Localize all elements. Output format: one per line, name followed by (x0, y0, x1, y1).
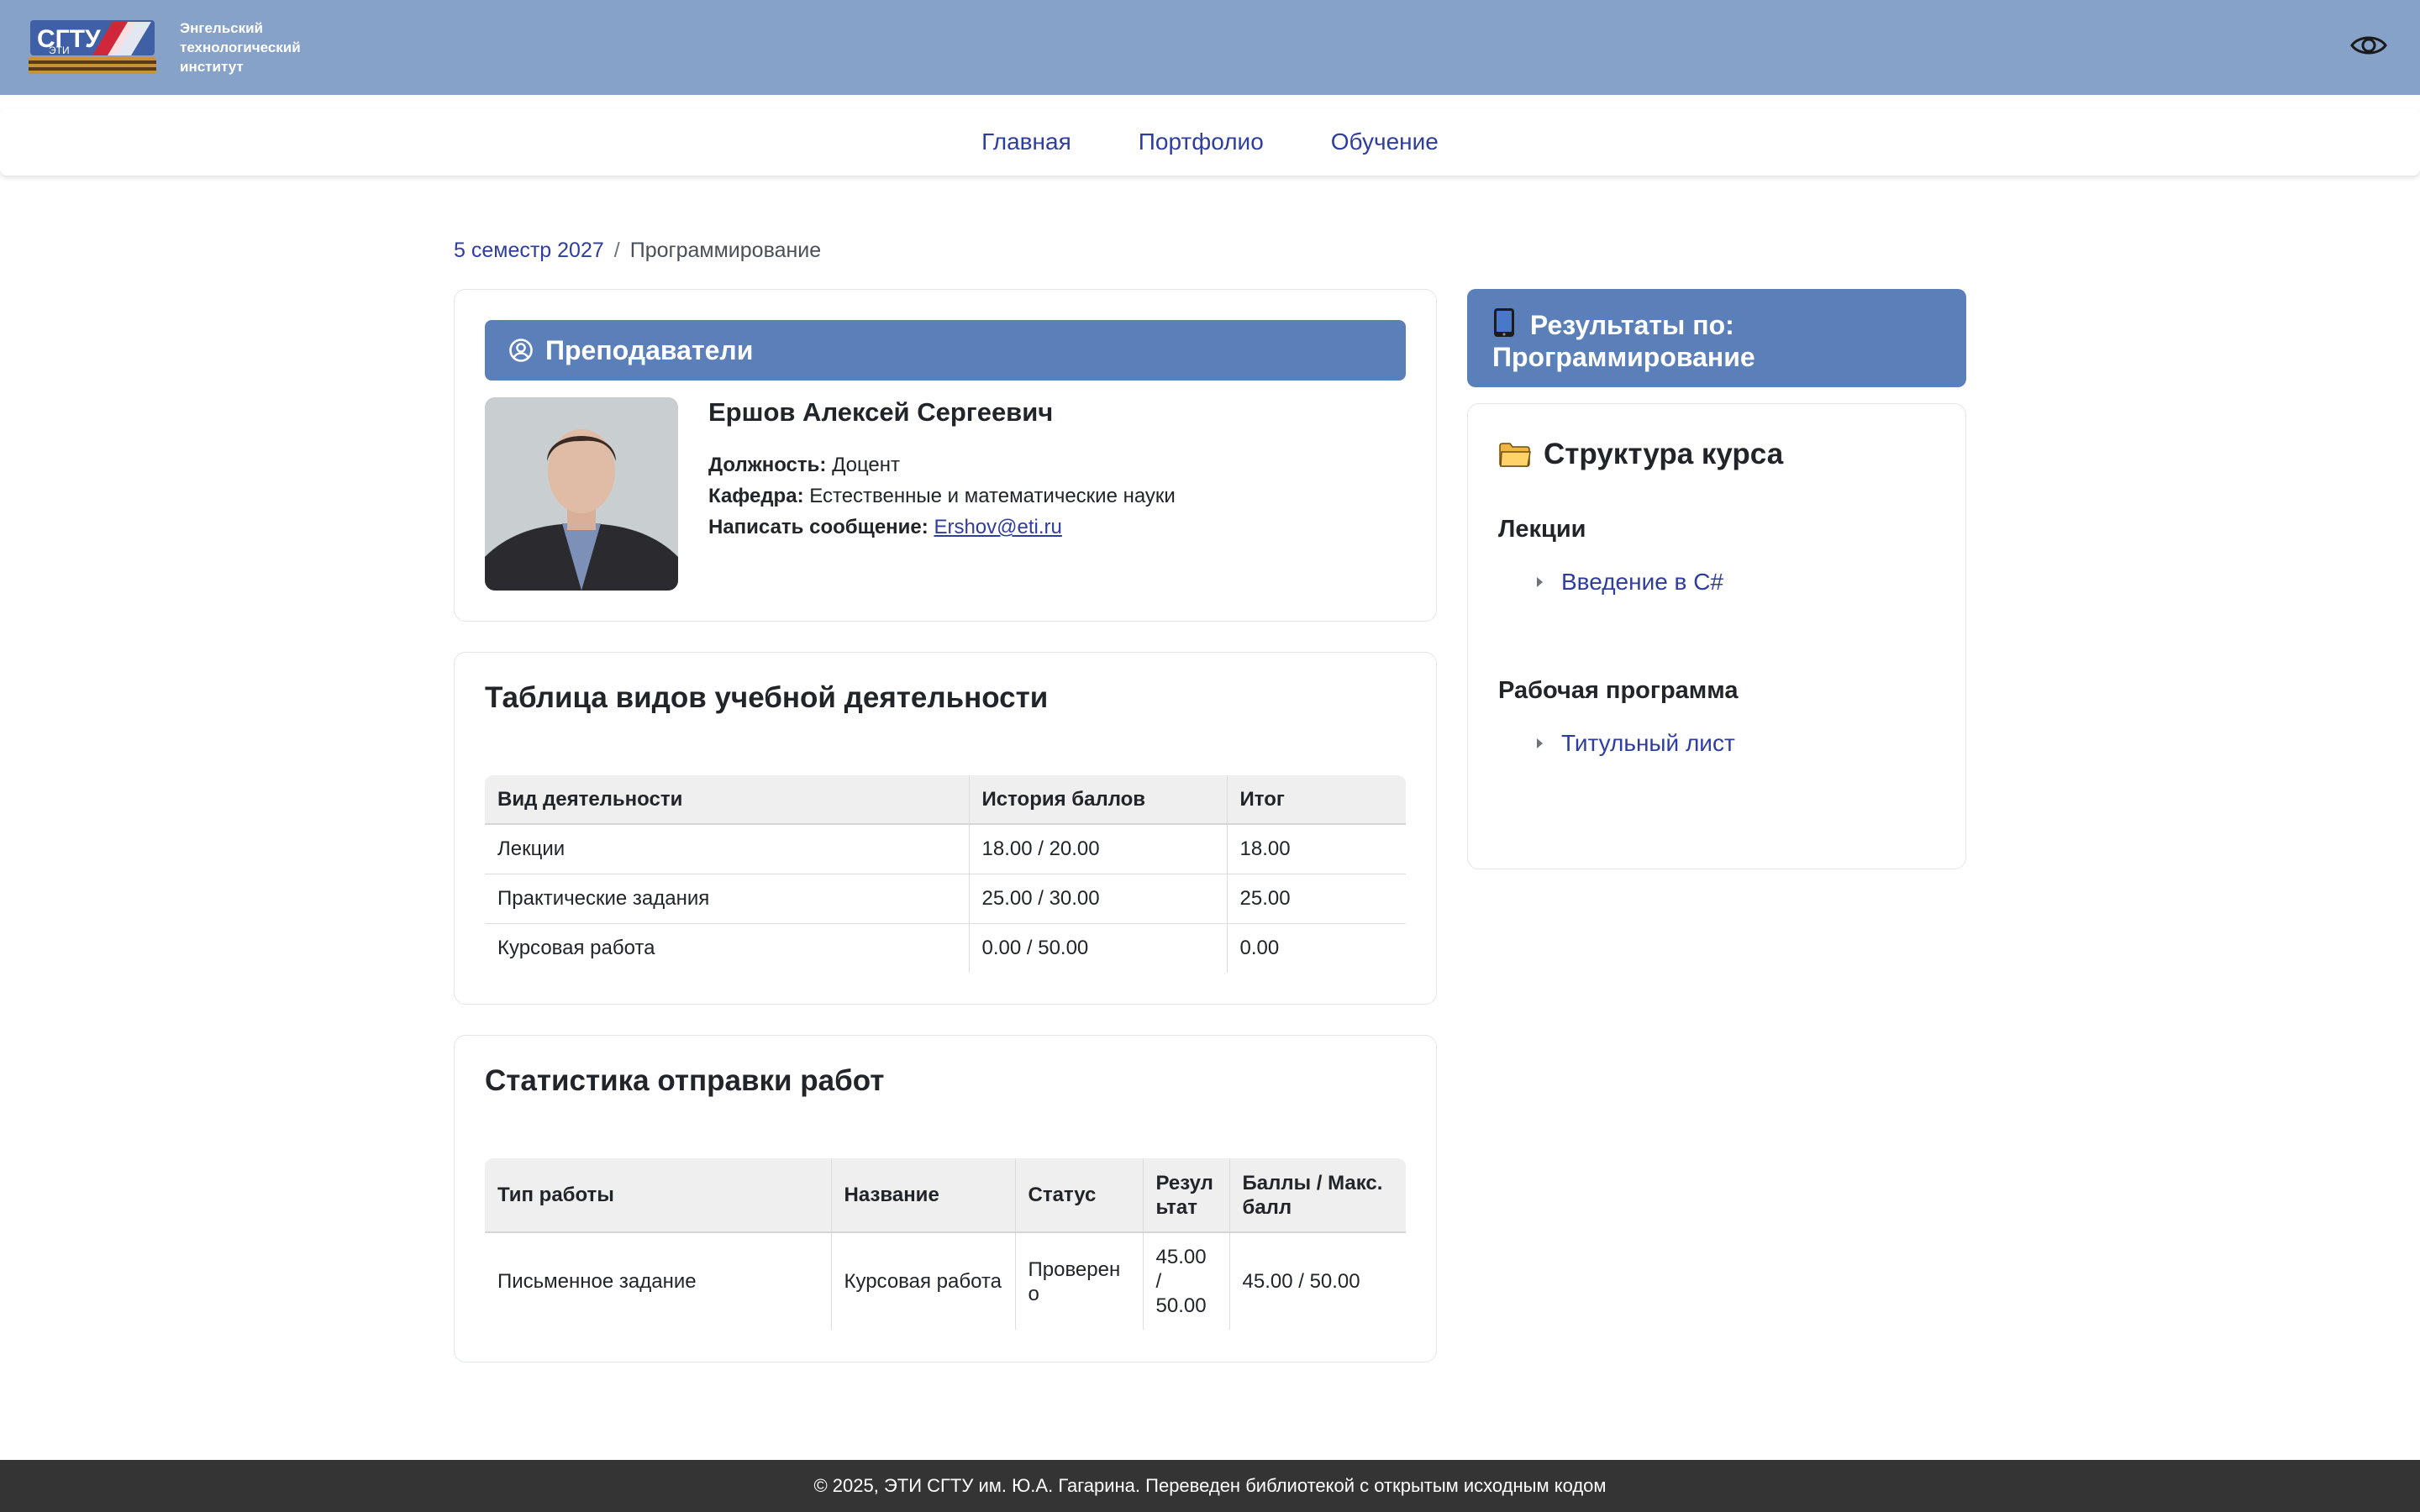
column-header: Баллы / Макс. балл (1229, 1158, 1406, 1233)
column-header: Вид деятельности (485, 775, 970, 825)
table-cell: Проверен о (1015, 1232, 1144, 1330)
table-header-row: Вид деятельности История баллов Итог (485, 775, 1406, 825)
structure-title-row: Структура курса (1498, 438, 1783, 471)
table-cell: Практические задания (485, 874, 970, 924)
nav-item-portfolio[interactable]: Портфолио (1139, 129, 1264, 155)
breadcrumb: 5 семестр 2027 / Программирование (454, 239, 821, 263)
activity-title: Таблица видов учебной деятельности (485, 681, 1049, 714)
results-header: Результаты по: Программирование (1467, 289, 1966, 387)
teacher-position: Должность: Доцент (708, 449, 1397, 480)
teacher-department-value: Естественные и математические науки (809, 485, 1176, 507)
teachers-title: Преподаватели (545, 334, 754, 365)
institute-logo[interactable]: СГТУ ЭТИ (29, 18, 156, 76)
column-header: Итог (1227, 775, 1406, 825)
teacher-message-label: Написать сообщение: (708, 516, 929, 538)
column-header: Название (831, 1158, 1016, 1233)
logo-sub-text: ЭТИ (49, 45, 70, 56)
breadcrumb-separator: / (613, 239, 620, 262)
activity-table-wrap: Вид деятельности История баллов Итог Лек… (485, 775, 1406, 973)
site-footer: © 2025, ЭТИ СГТУ им. Ю.А. Гагарина. Пере… (0, 1460, 2420, 1512)
structure-title: Структура курса (1544, 438, 1784, 470)
teacher-department: Кафедра: Естественные и математические н… (708, 480, 1397, 512)
institute-name: Энгельский технологический институт (180, 18, 348, 76)
tablet-icon (1494, 308, 1514, 337)
institute-name-line: институт (180, 59, 244, 75)
structure-item-link[interactable]: Введение в C# (1561, 569, 1723, 596)
table-row: Курсовая работа 0.00 / 50.00 0.00 (485, 923, 1406, 973)
table-cell: 25.00 / 30.00 (969, 874, 1228, 924)
table-cell: 25.00 (1227, 874, 1406, 924)
user-circle-icon (509, 339, 533, 362)
table-cell: Письменное задание (485, 1232, 832, 1330)
structure-section-program: Рабочая программа (1498, 677, 1739, 704)
teacher-info: Ершов Алексей Сергеевич Должность: Доцен… (708, 397, 1397, 543)
stats-title: Статистика отправки работ (485, 1064, 885, 1097)
teachers-card: Преподаватели Ершов Алексей Сергеевич До… (454, 289, 1437, 622)
activity-card: Таблица видов учебной деятельности Вид д… (454, 652, 1437, 1005)
folder-icon (1499, 443, 1531, 467)
stats-table-wrap: Тип работы Название Статус Резул ьтат Ба… (485, 1158, 1406, 1330)
table-cell: Лекции (485, 824, 970, 874)
structure-item[interactable]: Введение в C# (1537, 569, 1723, 596)
structure-item[interactable]: Титульный лист (1537, 730, 1735, 757)
teacher-department-label: Кафедра: (708, 485, 804, 507)
teacher-position-label: Должность: (708, 454, 827, 476)
table-cell: Курсовая работа (831, 1232, 1016, 1330)
table-cell: 0.00 / 50.00 (969, 923, 1228, 973)
structure-section-lectures: Лекции (1498, 516, 1586, 543)
nav-item-home[interactable]: Главная (981, 129, 1071, 155)
breadcrumb-current: Программирование (629, 239, 822, 262)
table-row: Письменное задание Курсовая работа Прове… (485, 1232, 1406, 1330)
column-header: История баллов (969, 775, 1228, 825)
caret-right-icon (1537, 577, 1543, 587)
stats-table: Тип работы Название Статус Резул ьтат Ба… (485, 1158, 1406, 1330)
table-cell: 18.00 (1227, 824, 1406, 874)
activity-table: Вид деятельности История баллов Итог Лек… (485, 775, 1406, 973)
teacher-position-value: Доцент (832, 454, 901, 476)
teacher-photo (485, 397, 678, 591)
footer-text: © 2025, ЭТИ СГТУ им. Ю.А. Гагарина. Пере… (813, 1475, 1607, 1496)
column-header: Статус (1015, 1158, 1144, 1233)
table-cell: 45.00 / 50.00 (1242, 1270, 1360, 1293)
teachers-header: Преподаватели (485, 320, 1406, 381)
institute-name-line: технологический (180, 39, 301, 55)
logo-mark: СГТУ ЭТИ (29, 20, 156, 74)
main-nav: Главная Портфолио Обучение (0, 108, 2420, 176)
table-cell: 45.00 / 50.00 (1143, 1232, 1230, 1330)
nav-item-learning[interactable]: Обучение (1331, 129, 1439, 155)
table-row: Практические задания 25.00 / 30.00 25.00 (485, 874, 1406, 924)
site-header: СГТУ ЭТИ Энгельский технологический инст… (0, 0, 2420, 95)
accessibility-toggle-button[interactable] (2349, 29, 2388, 62)
teacher-name: Ершов Алексей Сергеевич (708, 397, 1054, 427)
institute-name-line: Энгельский (180, 20, 264, 36)
submission-stats-card: Статистика отправки работ Тип работы Наз… (454, 1035, 1437, 1362)
results-title: Результаты по: Программирование (1492, 310, 1755, 372)
structure-item-link[interactable]: Титульный лист (1561, 730, 1735, 757)
teacher-message: Написать сообщение: Ershov@eti.ru (708, 512, 1397, 543)
table-cell: Курсовая работа (485, 923, 970, 973)
breadcrumb-semester-link[interactable]: 5 семестр 2027 (454, 239, 604, 263)
column-header: Тип работы (485, 1158, 832, 1233)
eye-icon (2350, 36, 2387, 55)
course-structure-card: Структура курса Лекции Введение в C# Раб… (1467, 403, 1966, 869)
table-cell: 18.00 / 20.00 (969, 824, 1228, 874)
table-row: Лекции 18.00 / 20.00 18.00 (485, 824, 1406, 874)
table-cell: 0.00 (1239, 936, 1280, 959)
caret-right-icon (1537, 738, 1543, 748)
teacher-email-link[interactable]: Ershov@eti.ru (934, 516, 1061, 538)
table-header-row: Тип работы Название Статус Резул ьтат Ба… (485, 1158, 1406, 1233)
column-header: Резул ьтат (1143, 1158, 1230, 1233)
